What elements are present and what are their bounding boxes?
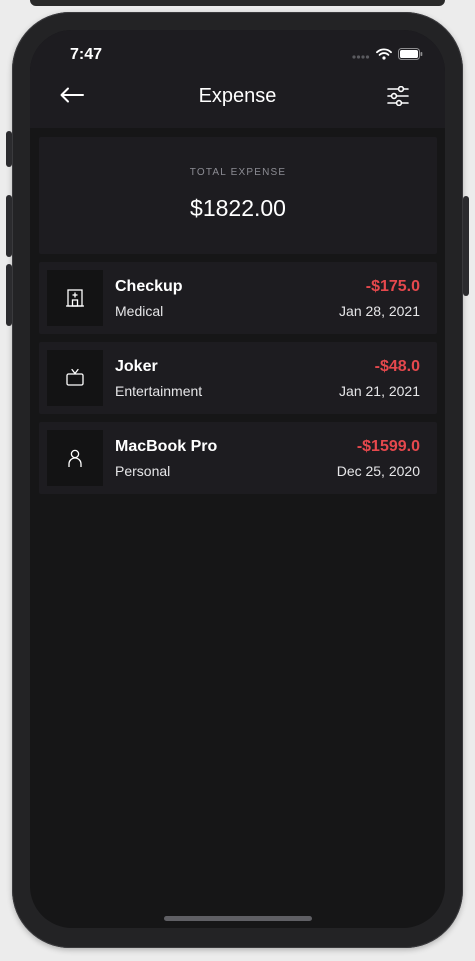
app-screen: 7:47 Expense TOTAL EXPENSE $1822.00 Chec…	[30, 30, 445, 928]
transaction-date: Jan 28, 2021	[339, 303, 420, 319]
total-expense-label: TOTAL EXPENSE	[189, 167, 287, 178]
transaction-title: MacBook Pro	[115, 438, 218, 455]
transaction-category: Medical	[115, 303, 164, 319]
app-header: 7:47 Expense	[30, 30, 445, 128]
transaction-icon-box	[47, 350, 103, 406]
status-time: 7:47	[70, 46, 103, 63]
transaction-title: Joker	[115, 358, 158, 375]
total-expense-card: TOTAL EXPENSE $1822.00	[39, 137, 437, 254]
tv-icon	[66, 368, 84, 386]
transaction-icon-box	[47, 430, 103, 486]
transaction-title: Checkup	[115, 278, 183, 295]
filter-button[interactable]	[383, 82, 413, 110]
transaction-amount: -$175.0	[365, 278, 420, 295]
volume-down-button	[6, 264, 12, 326]
transaction-list: Checkup Medical -$175.0 Jan 28, 2021 Jok…	[39, 262, 437, 502]
wifi-icon	[376, 47, 392, 65]
transaction-category: Personal	[115, 463, 171, 479]
transaction-item[interactable]: Checkup Medical -$175.0 Jan 28, 2021	[39, 262, 437, 334]
transaction-amount: -$48.0	[374, 358, 420, 375]
sliders-icon	[387, 86, 409, 106]
mute-switch	[6, 131, 12, 167]
transaction-icon-box	[47, 270, 103, 326]
transaction-item[interactable]: MacBook Pro Personal -$1599.0 Dec 25, 20…	[39, 422, 437, 494]
transaction-item[interactable]: Joker Entertainment -$48.0 Jan 21, 2021	[39, 342, 437, 414]
total-expense-amount: $1822.00	[190, 195, 286, 221]
hospital-icon	[66, 289, 84, 307]
status-icons	[352, 47, 423, 65]
background-device-edge	[30, 0, 445, 6]
transaction-date: Jan 21, 2021	[339, 383, 420, 399]
transaction-amount: -$1599.0	[356, 438, 420, 455]
power-button	[463, 196, 469, 296]
page: 7:47 Expense TOTAL EXPENSE $1822.00 Chec…	[0, 0, 475, 961]
battery-icon	[398, 47, 423, 65]
transaction-date: Dec 25, 2020	[336, 463, 420, 479]
transaction-category: Entertainment	[115, 383, 203, 399]
cellular-signal-icon	[352, 47, 370, 65]
home-indicator[interactable]	[164, 916, 312, 921]
volume-up-button	[6, 195, 12, 257]
user-icon	[68, 449, 82, 467]
